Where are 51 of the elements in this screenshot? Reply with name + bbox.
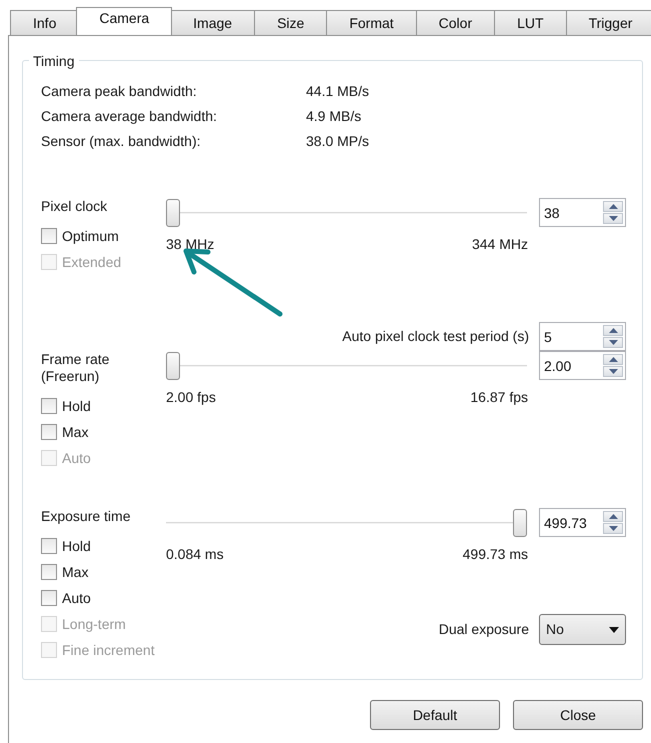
slider-thumb[interactable]	[513, 508, 527, 536]
checkbox-label: Long-term	[62, 614, 126, 634]
stat-label: Camera average bandwidth:	[41, 107, 218, 126]
checkbox-label: Fine increment	[62, 640, 155, 660]
field-label: Auto pixel clock test period (s)	[342, 327, 529, 346]
tab[interactable]: Camera	[76, 7, 172, 35]
dropdown-value: No	[546, 620, 564, 639]
range-min-label: 38 MHz	[166, 235, 214, 254]
dialog-button[interactable]: Close	[513, 700, 643, 730]
checkbox[interactable]	[41, 590, 57, 606]
checkbox-label: Optimum	[62, 226, 119, 246]
tab[interactable]: Color	[416, 10, 496, 35]
range-max-label: 499.73 ms	[462, 545, 528, 564]
checkbox-label: Max	[62, 562, 88, 582]
section-label: Exposure time	[41, 508, 132, 525]
caret-icon	[609, 626, 619, 632]
stat-label: Camera peak bandwidth:	[41, 82, 198, 101]
stat-value: 38.0 MP/s	[306, 132, 370, 151]
tab[interactable]: Image	[170, 10, 256, 35]
section-label: Frame rate (Freerun)	[41, 351, 110, 385]
checkbox-label: Max	[62, 422, 88, 442]
section-label: Pixel clock	[41, 198, 108, 215]
checkbox-label: Hold	[62, 396, 91, 416]
tab[interactable]: Size	[254, 10, 328, 35]
slider[interactable]	[166, 352, 527, 380]
checkbox[interactable]	[41, 398, 57, 414]
checkbox-label: Auto	[62, 448, 91, 468]
checkbox-label: Extended	[62, 252, 122, 272]
slider-thumb[interactable]	[166, 198, 180, 226]
dropdown-label: Dual exposure	[438, 620, 529, 639]
range-min-label: 0.084 ms	[166, 545, 224, 564]
stat-value: 4.9 MB/s	[306, 107, 362, 126]
tab[interactable]: LUT	[494, 10, 567, 35]
range-min-label: 2.00 fps	[166, 388, 216, 407]
dropdown[interactable]: No	[539, 614, 626, 645]
checkbox-label: Auto	[62, 588, 91, 608]
checkbox[interactable]	[41, 424, 57, 440]
slider[interactable]	[166, 508, 527, 536]
checkbox-label: Hold	[62, 536, 91, 556]
slider-thumb[interactable]	[166, 352, 180, 380]
tab[interactable]: Format	[326, 10, 417, 35]
slider[interactable]	[166, 198, 527, 226]
checkbox[interactable]	[41, 538, 57, 554]
checkbox[interactable]	[41, 228, 57, 244]
range-max-label: 344 MHz	[472, 235, 528, 254]
stat-value: 44.1 MB/s	[306, 82, 370, 101]
range-max-label: 16.87 fps	[470, 388, 528, 407]
dialog-button[interactable]: Default	[370, 700, 500, 730]
checkbox[interactable]	[41, 564, 57, 580]
tab[interactable]: Trigger	[566, 10, 651, 35]
stat-label: Sensor (max. bandwidth):	[41, 132, 202, 151]
